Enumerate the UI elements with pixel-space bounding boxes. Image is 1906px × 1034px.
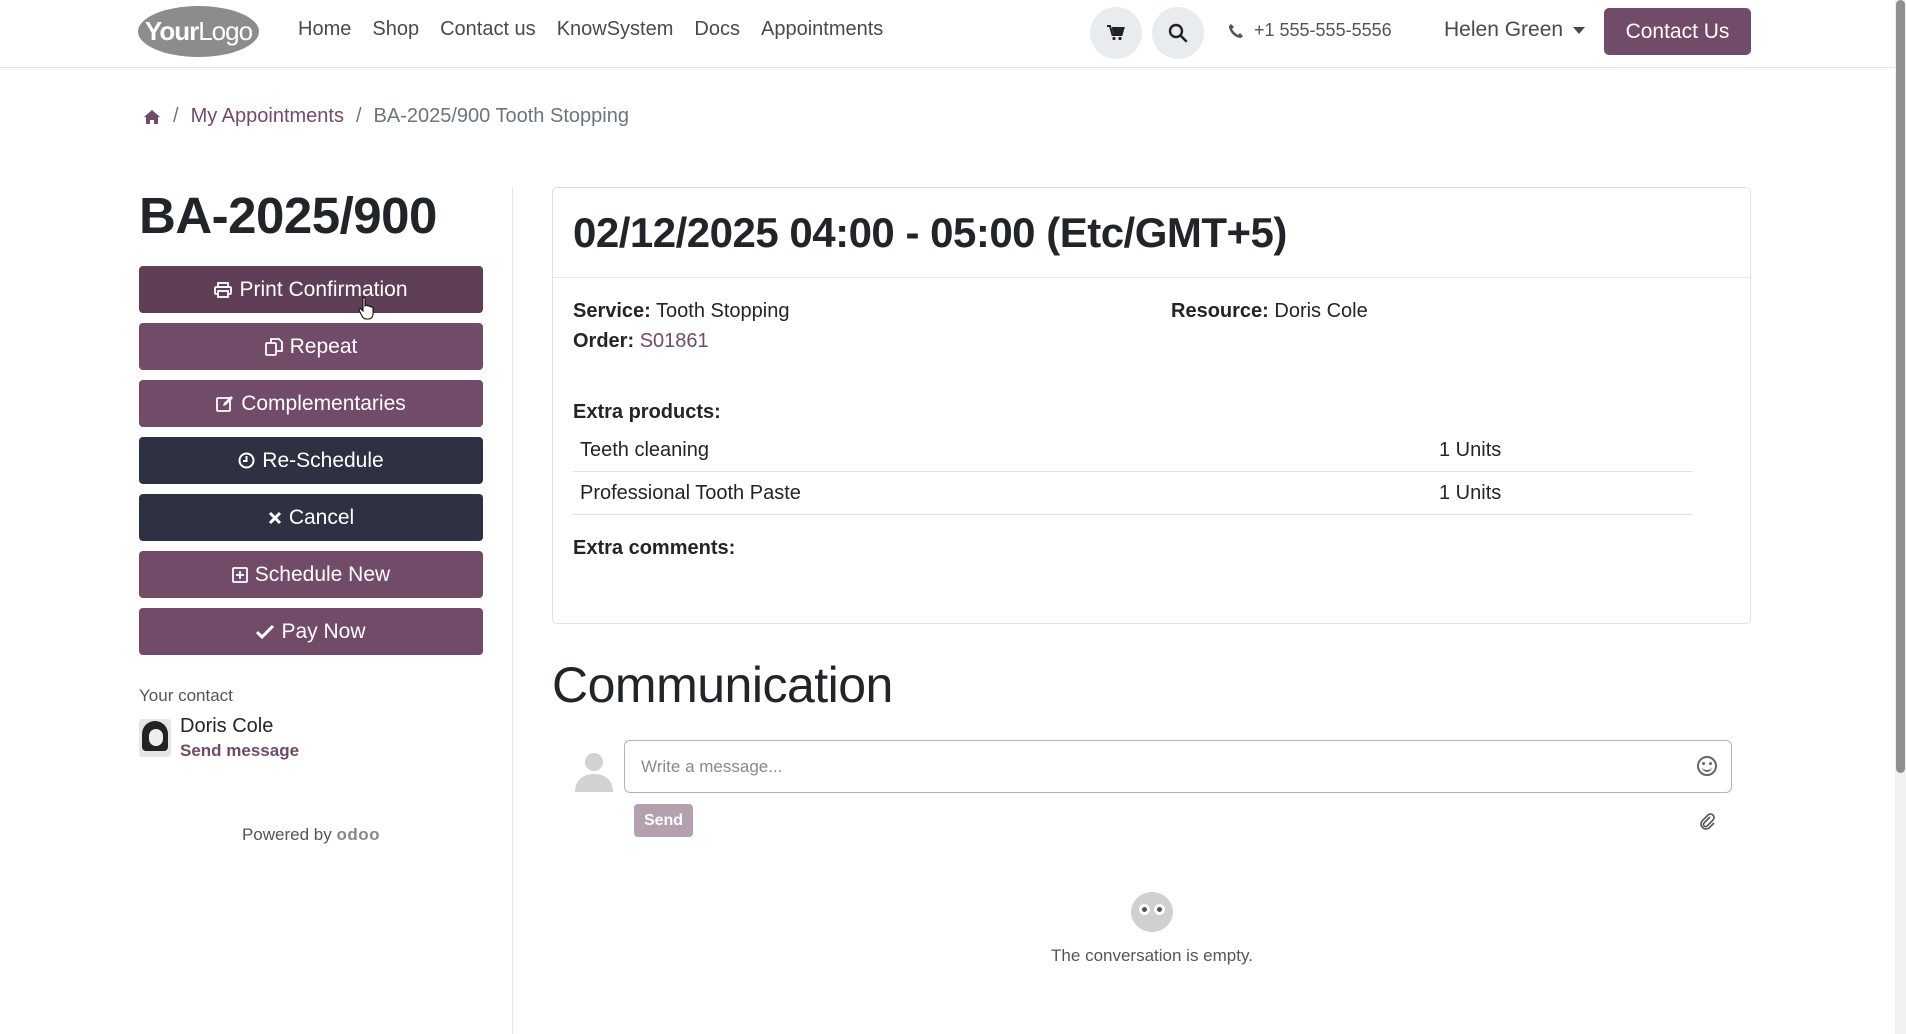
resource-label: Resource: bbox=[1171, 300, 1269, 322]
user-menu[interactable]: Helen Green bbox=[1444, 18, 1586, 42]
repeat-label: Repeat bbox=[289, 334, 358, 358]
extra-products-table: Teeth cleaning 1 Units Professional Toot… bbox=[573, 429, 1693, 515]
complementaries-label: Complementaries bbox=[241, 391, 406, 415]
print-confirmation-button[interactable]: Print Confirmation bbox=[139, 266, 483, 313]
cart-button[interactable] bbox=[1090, 7, 1142, 59]
search-icon bbox=[1168, 23, 1188, 43]
user-avatar-icon bbox=[575, 753, 613, 792]
cancel-label: Cancel bbox=[288, 505, 355, 529]
reschedule-label: Re-Schedule bbox=[262, 448, 384, 472]
empty-conversation-text: The conversation is empty. bbox=[1051, 946, 1253, 965]
nav-shop[interactable]: Shop bbox=[372, 18, 419, 41]
service-value: Tooth Stopping bbox=[656, 300, 790, 322]
breadcrumb-current: BA-2025/900 Tooth Stopping bbox=[373, 105, 629, 127]
order-label: Order: bbox=[573, 330, 635, 352]
extra-products-label: Extra products: bbox=[573, 401, 721, 423]
message-input[interactable]: Write a message... bbox=[624, 740, 1732, 793]
user-name: Helen Green bbox=[1444, 18, 1564, 41]
page-scrollbar[interactable] bbox=[1895, 0, 1906, 1034]
nav-appointments[interactable]: Appointments bbox=[761, 18, 883, 41]
edit-icon bbox=[216, 395, 234, 412]
powered-by-label: Powered by bbox=[241, 825, 332, 844]
product-qty: 1 Units bbox=[1439, 438, 1502, 461]
service-field: Service: Tooth Stopping bbox=[573, 300, 789, 323]
contact-us-button[interactable]: Contact Us bbox=[1604, 8, 1751, 55]
clock-icon bbox=[238, 452, 255, 469]
product-qty: 1 Units bbox=[1439, 481, 1502, 504]
resource-value: Doris Cole bbox=[1274, 300, 1368, 322]
resource-field: Resource: Doris Cole bbox=[1171, 300, 1368, 323]
search-button[interactable] bbox=[1152, 7, 1204, 59]
powered-by: Powered by odoo bbox=[139, 825, 483, 845]
pay-now-label: Pay Now bbox=[281, 619, 366, 643]
nav-contact-us[interactable]: Contact us bbox=[440, 18, 536, 41]
repeat-button[interactable]: Repeat bbox=[139, 323, 483, 370]
table-row: Professional Tooth Paste 1 Units bbox=[573, 472, 1693, 515]
sidebar: BA-2025/900 Print Confirmation Repeat Co… bbox=[139, 186, 483, 845]
mouse-cursor-icon bbox=[358, 296, 374, 320]
main-nav: Home Shop Contact us KnowSystem Docs App… bbox=[298, 18, 904, 41]
appointment-datetime: 02/12/2025 04:00 - 05:00 (Etc/GMT+5) bbox=[553, 188, 1750, 278]
order-field: Order: S01861 bbox=[573, 330, 709, 353]
emoji-icon[interactable] bbox=[1697, 756, 1717, 776]
copy-icon bbox=[264, 337, 283, 356]
extra-comments-label: Extra comments: bbox=[573, 537, 736, 559]
print-confirmation-label: Print Confirmation bbox=[239, 277, 408, 301]
home-icon[interactable] bbox=[143, 109, 161, 125]
reschedule-button[interactable]: Re-Schedule bbox=[139, 437, 483, 484]
close-icon bbox=[268, 511, 281, 524]
appointment-card: 02/12/2025 04:00 - 05:00 (Etc/GMT+5) Ser… bbox=[552, 187, 1751, 624]
odoo-logo[interactable]: odoo bbox=[336, 825, 380, 844]
schedule-new-label: Schedule New bbox=[254, 562, 391, 586]
pay-now-button[interactable]: Pay Now bbox=[139, 608, 483, 655]
nav-docs[interactable]: Docs bbox=[694, 18, 740, 41]
your-contact-label: Your contact bbox=[139, 686, 233, 705]
avatar bbox=[139, 719, 171, 757]
check-icon bbox=[256, 624, 275, 639]
breadcrumb-separator: / bbox=[173, 105, 179, 127]
site-header: Your Logo Home Shop Contact us KnowSystem… bbox=[0, 0, 1895, 68]
communication-title: Communication bbox=[552, 657, 893, 713]
appointment-reference: BA-2025/900 bbox=[139, 187, 437, 244]
scrollbar-thumb[interactable] bbox=[1896, 0, 1905, 773]
complementaries-button[interactable]: Complementaries bbox=[139, 380, 483, 427]
product-name: Teeth cleaning bbox=[580, 438, 709, 461]
breadcrumb-my-appointments[interactable]: My Appointments bbox=[191, 105, 344, 128]
owl-icon bbox=[1131, 892, 1173, 932]
table-row: Teeth cleaning 1 Units bbox=[573, 429, 1693, 472]
breadcrumb: / My Appointments / BA-2025/900 Tooth St… bbox=[143, 105, 629, 128]
product-name: Professional Tooth Paste bbox=[580, 481, 801, 504]
service-label: Service: bbox=[573, 300, 651, 322]
site-logo[interactable]: Your Logo bbox=[138, 6, 259, 57]
breadcrumb-separator: / bbox=[355, 105, 362, 127]
chevron-down-icon bbox=[1573, 26, 1586, 34]
paperclip-icon[interactable] bbox=[1698, 812, 1716, 830]
contact-card: Doris Cole Send message bbox=[139, 715, 483, 761]
phone-number: +1 555-555-5556 bbox=[1254, 20, 1392, 40]
plus-square-icon bbox=[231, 566, 248, 583]
order-link[interactable]: S01861 bbox=[640, 330, 709, 352]
column-divider bbox=[512, 186, 513, 1034]
phone-icon bbox=[1229, 23, 1243, 38]
message-placeholder: Write a message... bbox=[641, 756, 783, 776]
cart-icon bbox=[1107, 25, 1125, 41]
phone-link[interactable]: +1 555-555-5556 bbox=[1228, 20, 1392, 41]
nav-home[interactable]: Home bbox=[298, 18, 351, 41]
send-button[interactable]: Send bbox=[634, 804, 693, 837]
contact-name: Doris Cole bbox=[180, 715, 274, 737]
nav-knowsystem[interactable]: KnowSystem bbox=[557, 18, 674, 41]
schedule-new-button[interactable]: Schedule New bbox=[139, 551, 483, 598]
print-icon bbox=[214, 281, 233, 298]
cancel-button[interactable]: Cancel bbox=[139, 494, 483, 541]
send-message-link[interactable]: Send message bbox=[180, 741, 299, 761]
